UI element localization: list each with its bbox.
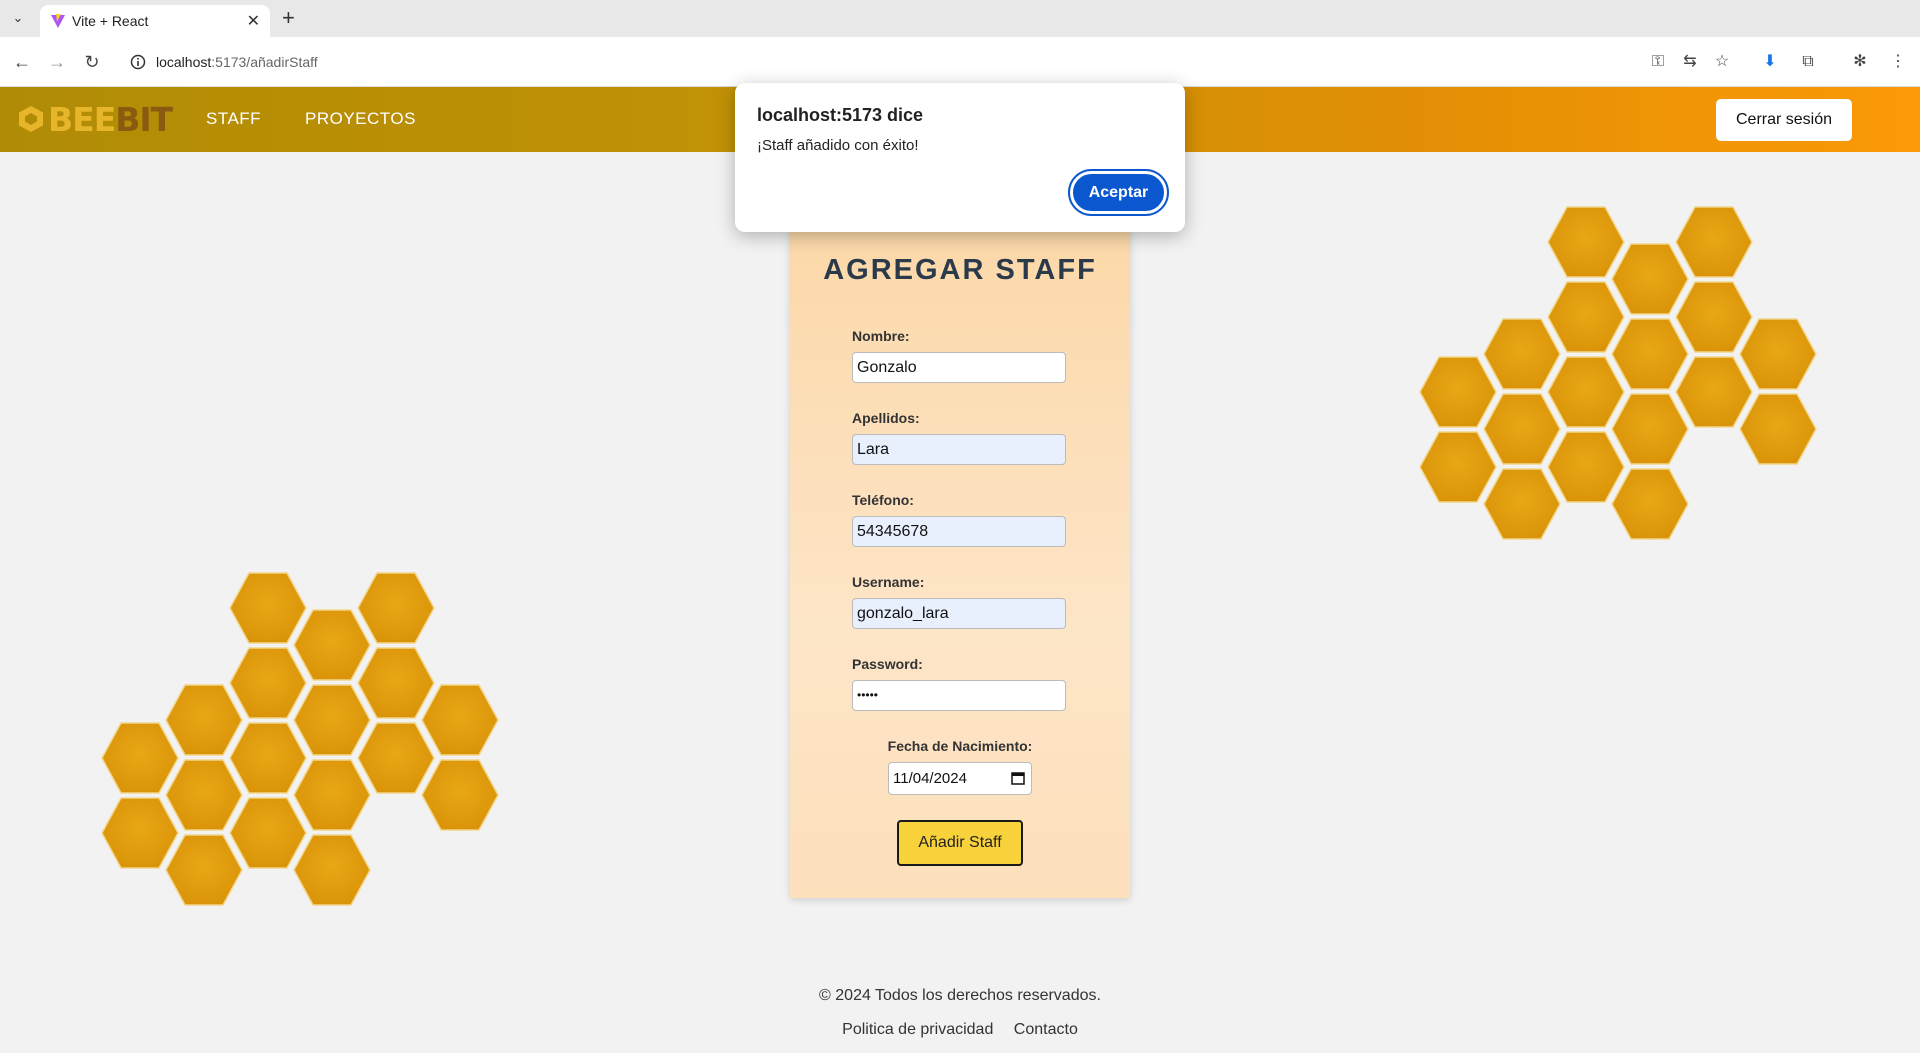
nombre-field: Nombre: Gonzalo — [852, 328, 1066, 383]
dialog-accept-button[interactable]: Aceptar — [1068, 169, 1169, 216]
tab-search-icon[interactable]: ⌄ — [8, 8, 28, 28]
calendar-icon[interactable] — [1011, 771, 1025, 785]
site-info-icon[interactable] — [130, 54, 146, 70]
logout-button[interactable]: Cerrar sesión — [1716, 99, 1852, 141]
nav-link-proyectos[interactable]: PROYECTOS — [305, 109, 416, 129]
form-title: AGREGAR STAFF — [823, 254, 1097, 286]
tab-title: Vite + React — [72, 13, 149, 29]
password-input[interactable]: ••••• — [852, 680, 1066, 711]
password-field: Password: ••••• — [852, 656, 1066, 711]
apellidos-input[interactable]: Lara — [852, 434, 1066, 465]
apellidos-field: Apellidos: Lara — [852, 410, 1066, 465]
dialog-message: ¡Staff añadido con éxito! — [757, 137, 919, 154]
tab-close-icon[interactable]: ✕ — [247, 11, 260, 31]
url-field[interactable]: localhost:5173/añadirStaff — [124, 45, 1644, 79]
apellidos-label: Apellidos: — [852, 410, 920, 426]
browser-tab-bar: ⌄ Vite + React ✕ + — [0, 0, 1920, 37]
password-label: Password: — [852, 656, 923, 672]
forward-icon[interactable]: → — [45, 50, 69, 74]
logo-text-bee: BEE — [48, 99, 116, 139]
browser-tab[interactable]: Vite + React ✕ — [40, 5, 270, 37]
hexagon-logo-icon — [19, 106, 43, 132]
profile-icon[interactable]: ✻ — [1848, 50, 1872, 74]
extensions-icon[interactable]: ⧉ — [1796, 50, 1820, 74]
bookmark-star-icon[interactable]: ☆ — [1710, 50, 1734, 74]
vite-favicon-icon — [51, 14, 65, 28]
footer-copyright: © 2024 Todos los derechos reservados. — [819, 987, 1101, 1004]
dialog-title: localhost:5173 dice — [757, 105, 924, 125]
honeycomb-left-decoration — [101, 572, 499, 906]
menu-kebab-icon[interactable]: ⋮ — [1886, 50, 1910, 74]
username-label: Username: — [852, 574, 925, 590]
birthdate-value: 11/04/2024 — [893, 770, 967, 787]
password-key-icon[interactable]: ⚿ — [1646, 50, 1670, 74]
footer-links: Politica de privacidad Contacto — [0, 1021, 1920, 1039]
translate-icon[interactable]: ⇆ — [1678, 50, 1702, 74]
nombre-label: Nombre: — [852, 328, 910, 344]
download-icon[interactable]: ⬇ — [1758, 50, 1782, 74]
address-bar: ← → ↻ localhost:5173/añadirStaff ⚿ ⇆ ☆ ⬇… — [0, 37, 1920, 87]
alert-dialog: localhost:5173 dice ¡Staff añadido con é… — [735, 83, 1185, 232]
birthdate-label: Fecha de Nacimiento: — [887, 738, 1033, 754]
telefono-field: Teléfono: 54345678 — [852, 492, 1066, 547]
url-text: localhost:5173/añadirStaff — [156, 54, 318, 70]
logo-text-bit: BIT — [115, 99, 173, 139]
beebit-logo[interactable]: BEEBIT — [18, 99, 173, 139]
username-input[interactable]: gonzalo_lara — [852, 598, 1066, 629]
back-icon[interactable]: ← — [10, 50, 34, 74]
nav-link-staff[interactable]: STAFF — [206, 109, 261, 129]
add-staff-card: AGREGAR STAFF Nombre: Gonzalo Apellidos:… — [790, 222, 1130, 898]
birthdate-input[interactable]: 11/04/2024 — [888, 762, 1032, 795]
contact-link[interactable]: Contacto — [1014, 1021, 1078, 1038]
new-tab-icon[interactable]: + — [282, 6, 295, 30]
privacy-link[interactable]: Politica de privacidad — [842, 1021, 993, 1038]
birthdate-field: Fecha de Nacimiento: 11/04/2024 — [790, 738, 1130, 795]
reload-icon[interactable]: ↻ — [80, 50, 104, 74]
honeycomb-right-decoration — [1419, 206, 1817, 540]
username-field: Username: gonzalo_lara — [852, 574, 1066, 629]
nombre-input[interactable]: Gonzalo — [852, 352, 1066, 383]
telefono-label: Teléfono: — [852, 492, 914, 508]
telefono-input[interactable]: 54345678 — [852, 516, 1066, 547]
add-staff-button[interactable]: Añadir Staff — [897, 820, 1023, 866]
